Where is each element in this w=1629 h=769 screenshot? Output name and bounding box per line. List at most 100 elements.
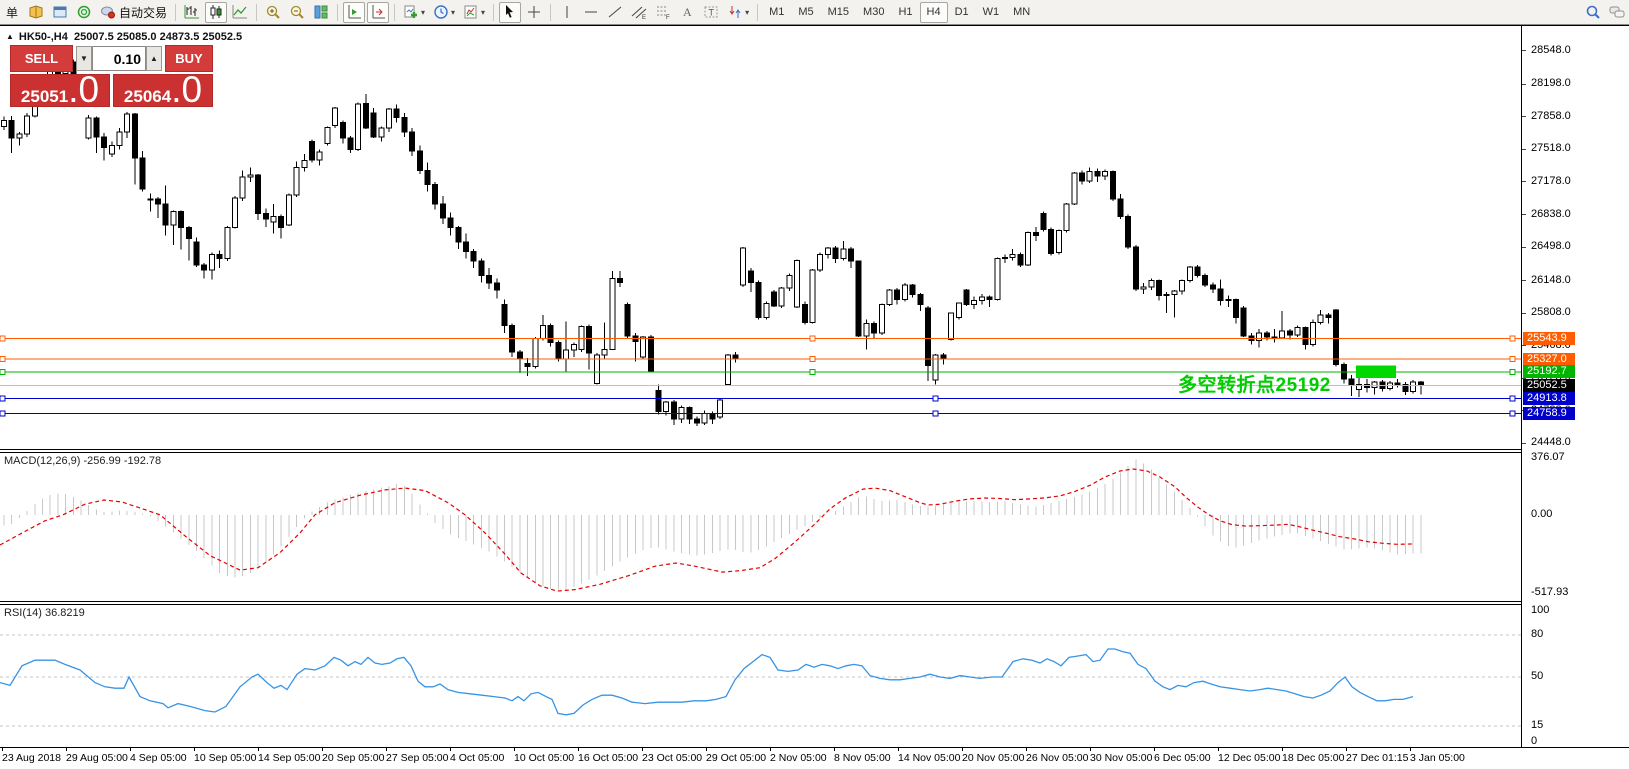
date-tick [642,748,643,751]
hline-handle[interactable] [1510,357,1515,362]
volume-increase-button[interactable]: ▲ [146,46,162,71]
chart-bars-button[interactable] [181,2,203,23]
price-axis[interactable]: 28548.028198.027858.027518.027178.026838… [1521,26,1629,747]
search-button[interactable] [1582,2,1604,23]
hline-handle[interactable] [810,357,815,362]
rsi-line [0,649,1413,715]
hline-handle[interactable] [0,411,5,416]
volume-input[interactable] [92,46,146,71]
hline-handle[interactable] [1510,369,1515,374]
hline-handle[interactable] [0,369,5,374]
collapse-icon[interactable]: ▲ [6,32,14,41]
candle-body [849,249,854,261]
candle-body [379,128,384,137]
sell-button[interactable]: SELL [10,45,73,72]
hline-handle[interactable] [0,336,5,341]
sell-price-display[interactable]: 25051.0 [10,74,110,107]
panel-splitter[interactable] [0,449,1629,453]
timeframe-d1-button[interactable]: D1 [948,2,976,23]
auto-scroll-button[interactable] [343,2,365,23]
price-flag-25327.0[interactable]: 25327.0 [1523,353,1575,366]
market-watch-button[interactable] [25,2,47,23]
timeframe-h4-button[interactable]: H4 [920,2,948,23]
buy-button[interactable]: BUY [165,45,213,72]
chart-shift-button[interactable] [367,2,389,23]
date-axis[interactable]: 23 Aug 201829 Aug 05:004 Sep 05:0010 Sep… [0,748,1521,769]
hline-handle[interactable] [810,336,815,341]
channel-button[interactable]: E [628,2,650,23]
date-label: 18 Dec 05:00 [1282,752,1344,764]
zoom-in-button[interactable] [262,2,284,23]
timeframe-w1-button[interactable]: W1 [976,2,1007,23]
new-order-button[interactable]: 单 [1,2,23,23]
chat-button[interactable] [1606,2,1628,23]
navigator-button[interactable] [73,2,95,23]
indadd-icon [403,4,419,20]
price-flag-24913.8[interactable]: 24913.8 [1523,392,1575,405]
timeframe-m1-button[interactable]: M1 [762,2,791,23]
dropdown-caret-icon[interactable]: ▾ [451,8,455,17]
autotrade-icon [100,4,116,20]
templates-button[interactable]: ▾ [460,2,488,23]
chart-candles-button[interactable] [205,2,227,23]
hline-handle[interactable] [1510,396,1515,401]
text-label-button[interactable]: T [700,2,722,23]
candle-body [1241,308,1246,336]
timeframe-h1-button[interactable]: H1 [891,2,919,23]
price-tick-label: 28548.0 [1531,44,1571,56]
hline-handle[interactable] [810,369,815,374]
indicators-button[interactable]: ▾ [400,2,428,23]
candle-body [25,116,30,134]
price-flag-25192.7[interactable]: 25192.7 [1523,365,1575,378]
horizontal-line-button[interactable] [580,2,602,23]
candle-body [1095,171,1100,176]
candle-body [425,170,430,184]
dropdown-caret-icon[interactable]: ▾ [745,8,749,17]
candle-body [1334,310,1339,365]
hline-handle[interactable] [0,357,5,362]
autotrading-button[interactable]: 自动交易 [97,2,170,23]
tile-windows-button[interactable] [310,2,332,23]
vertical-line-button[interactable] [556,2,578,23]
price-flag-25543.9[interactable]: 25543.9 [1523,332,1575,345]
crosshair-button[interactable] [523,2,545,23]
periods-button[interactable]: ▾ [430,2,458,23]
buy-price-display[interactable]: 25064.0 [113,74,213,107]
fibonacci-button[interactable]: F [652,2,674,23]
annotation-text[interactable]: 多空转折点25192 [1178,370,1331,397]
chart-line-button[interactable] [229,2,251,23]
price-flag-24758.9[interactable]: 24758.9 [1523,407,1575,420]
hline-handle[interactable] [1510,336,1515,341]
cursor-button[interactable] [499,2,521,23]
svg-text:T: T [709,8,715,18]
date-label: 4 Sep 05:00 [130,752,187,764]
candle-body [1326,315,1331,318]
timeframe-m5-button[interactable]: M5 [791,2,820,23]
data-window-button[interactable] [49,2,71,23]
timeframe-m30-button[interactable]: M30 [856,2,891,23]
date-label: 20 Sep 05:00 [322,752,384,764]
hline-handle[interactable] [1510,411,1515,416]
text-button[interactable]: A [676,2,698,23]
magnifier-icon [1585,4,1601,20]
timeframe-mn-button[interactable]: MN [1006,2,1037,23]
hline-handle[interactable] [933,411,938,416]
dropdown-caret-icon[interactable]: ▾ [421,8,425,17]
highlight-box[interactable] [1356,366,1396,378]
candle-body [402,118,407,132]
candle-body [902,285,907,299]
hline-handle[interactable] [933,396,938,401]
vline-icon [559,4,575,20]
volume-decrease-button[interactable]: ▼ [76,46,92,71]
dropdown-caret-icon[interactable]: ▾ [481,8,485,17]
hline-handle[interactable] [0,396,5,401]
candle-body [926,308,931,365]
panel-splitter-2[interactable] [0,601,1629,605]
trendline-button[interactable] [604,2,626,23]
zoom-out-button[interactable] [286,2,308,23]
candle-body [2,121,7,127]
price-tick-label: 26148.0 [1531,274,1571,286]
price-tick [1522,149,1526,150]
timeframe-m15-button[interactable]: M15 [821,2,856,23]
arrows-button[interactable]: ▾ [724,2,752,23]
